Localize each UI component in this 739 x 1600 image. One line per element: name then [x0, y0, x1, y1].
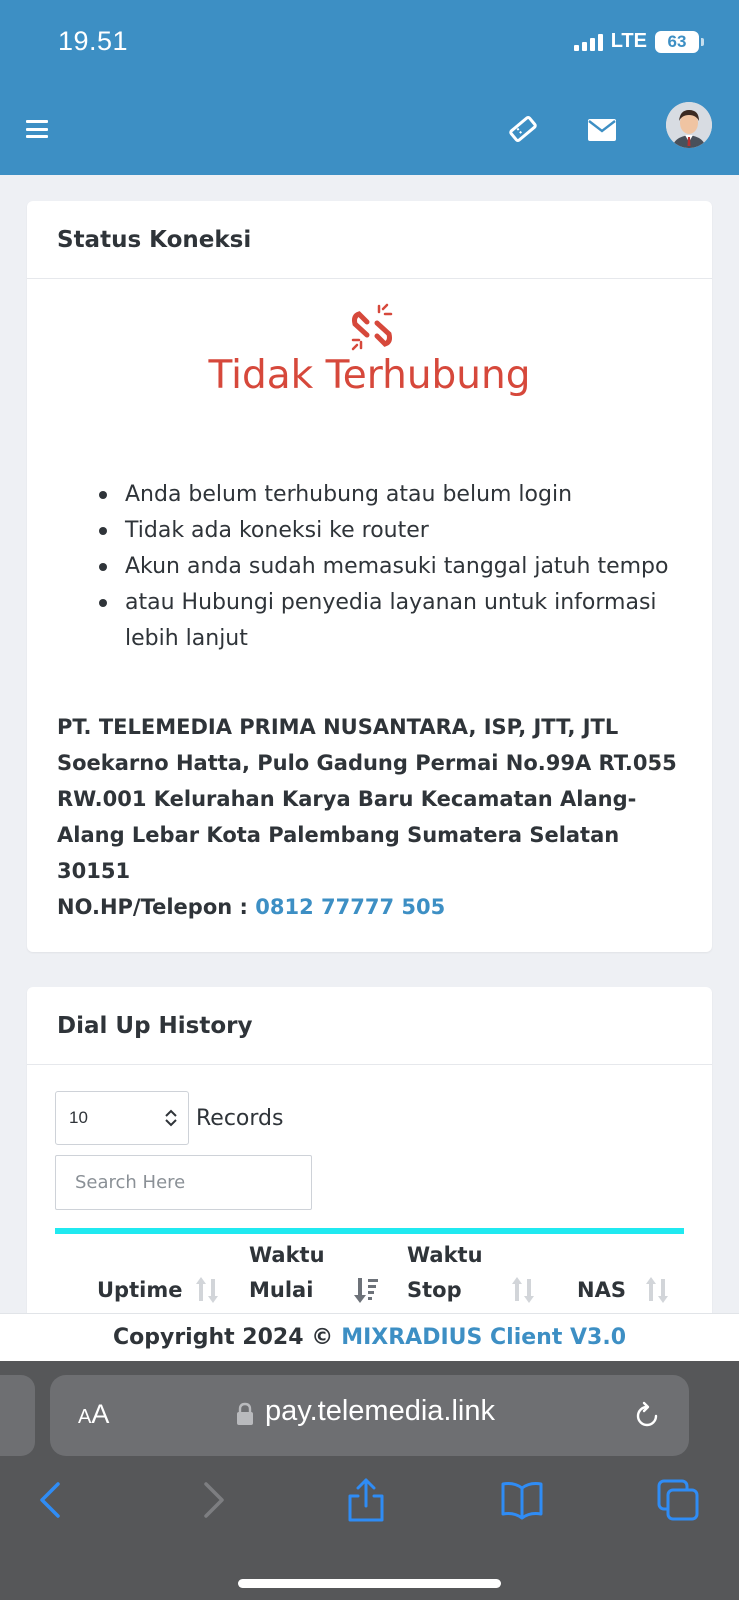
- ticket-icon[interactable]: [508, 114, 538, 144]
- url-text: pay.telemedia.link: [265, 1395, 495, 1427]
- browser-toolbar: AA pay.telemedia.link: [0, 1361, 739, 1600]
- list-item: Akun anda sudah memasuki tanggal jatuh t…: [99, 549, 685, 585]
- sort-icon[interactable]: [511, 1275, 537, 1305]
- page-size-value: 10: [69, 1108, 88, 1127]
- signal-icon: [573, 33, 603, 51]
- lock-icon: [237, 1402, 253, 1425]
- broken-link-icon: [351, 303, 393, 351]
- column-header-stop-top[interactable]: Waktu: [407, 1237, 483, 1273]
- connection-status-card: Status Koneksi Tidak Terhubung Anda belu…: [27, 201, 712, 952]
- battery-level: 63: [667, 31, 687, 51]
- column-header-uptime[interactable]: Uptime: [97, 1272, 182, 1308]
- connection-status-text: Tidak Terhubung: [208, 353, 531, 398]
- column-header-start-bottom[interactable]: Mulai: [249, 1272, 313, 1308]
- page-size-select[interactable]: 10: [55, 1091, 189, 1145]
- sort-icon[interactable]: [195, 1275, 221, 1305]
- sort-desc-icon[interactable]: [353, 1275, 379, 1305]
- records-label: Records: [196, 1105, 284, 1131]
- text-size-button[interactable]: AA: [78, 1399, 109, 1430]
- previous-tab[interactable]: [0, 1375, 35, 1456]
- menu-icon[interactable]: [26, 120, 48, 138]
- dial-up-history-card: Dial Up History 10 Records Uptime Waktu …: [27, 987, 712, 1347]
- user-avatar[interactable]: [666, 102, 712, 148]
- app-header: 19.51 LTE 63: [0, 0, 739, 175]
- brand-link[interactable]: MIXRADIUS Client V3.0: [341, 1325, 626, 1350]
- company-address: Soekarno Hatta, Pulo Gadung Permai No.99…: [57, 751, 677, 883]
- battery-icon: 63: [655, 30, 704, 53]
- phone-row: NO.HP/Telepon : 0812 77777 505: [57, 889, 687, 925]
- column-header-start-top[interactable]: Waktu: [249, 1237, 325, 1273]
- phone-label: NO.HP/Telepon :: [57, 895, 248, 919]
- address-bar[interactable]: AA pay.telemedia.link: [50, 1375, 689, 1456]
- home-indicator: [238, 1579, 501, 1588]
- column-header-nas[interactable]: NAS: [577, 1272, 626, 1308]
- list-item: Tidak ada koneksi ke router: [99, 513, 685, 549]
- copyright-text: Copyright 2024 ©: [112, 1325, 334, 1350]
- card-title: Status Koneksi: [27, 201, 712, 279]
- card-title: Dial Up History: [27, 987, 712, 1065]
- sort-icon[interactable]: [645, 1275, 671, 1305]
- list-item: Anda belum terhubung atau belum login: [99, 477, 685, 513]
- share-icon[interactable]: [344, 1478, 388, 1522]
- back-icon[interactable]: [30, 1478, 74, 1522]
- company-name: PT. TELEMEDIA PRIMA NUSANTARA, ISP, JTT,…: [57, 715, 619, 739]
- accent-divider: [55, 1228, 684, 1234]
- forward-icon[interactable]: [190, 1478, 234, 1522]
- list-item: atau Hubungi penyedia layanan untuk info…: [99, 585, 685, 657]
- tabs-icon[interactable]: [656, 1478, 700, 1522]
- search-input[interactable]: [55, 1155, 312, 1210]
- reason-list: Anda belum terhubung atau belum login Ti…: [99, 477, 685, 657]
- chevron-updown-icon: [165, 1109, 177, 1127]
- avatar-image: [666, 102, 712, 148]
- phone-link[interactable]: 0812 77777 505: [255, 895, 445, 919]
- column-header-stop-bottom[interactable]: Stop: [407, 1272, 462, 1308]
- status-indicators: LTE 63: [573, 30, 704, 53]
- status-time: 19.51: [58, 26, 129, 56]
- mail-icon[interactable]: [588, 119, 616, 141]
- bookmarks-icon[interactable]: [500, 1478, 544, 1522]
- company-info: PT. TELEMEDIA PRIMA NUSANTARA, ISP, JTT,…: [57, 709, 687, 925]
- page-footer: Copyright 2024 © MIXRADIUS Client V3.0: [0, 1313, 739, 1361]
- network-type: LTE: [610, 30, 647, 52]
- reload-icon[interactable]: [632, 1401, 662, 1431]
- page-size-control: 10 Records: [55, 1091, 283, 1145]
